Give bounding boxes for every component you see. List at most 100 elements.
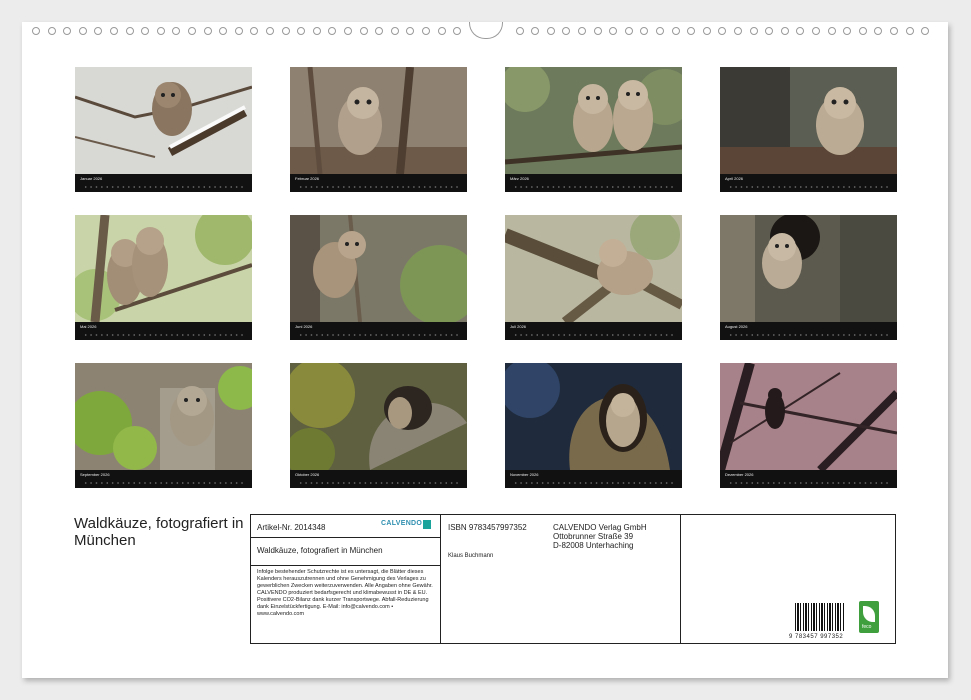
binding-ring: [609, 27, 618, 35]
binding-ring: [359, 27, 368, 35]
binding-ring: [47, 27, 56, 35]
day-grid: [513, 481, 676, 485]
publisher-name: CALVENDO Verlag GmbH: [553, 523, 647, 532]
month-tile-april: April 2026: [720, 67, 897, 192]
binding-ring: [63, 27, 72, 35]
calendar-strip: März 2026: [505, 174, 682, 192]
owl-photo: [720, 363, 897, 470]
binding-ring: [344, 27, 352, 35]
month-tile-august: August 2026: [720, 215, 897, 340]
day-grid: [83, 185, 246, 189]
binding-ring: [406, 27, 415, 35]
binding-ring: [328, 27, 337, 35]
month-tile-february: Februar 2026: [290, 67, 467, 192]
binding-ring: [718, 27, 727, 35]
owl-photo: [75, 363, 252, 470]
day-grid: [728, 185, 891, 189]
binding-ring: [546, 27, 555, 35]
author: Klaus Buchmann: [448, 553, 494, 559]
binding-ring: [94, 27, 103, 35]
binding-ring: [578, 27, 586, 35]
binding-ring: [312, 27, 321, 35]
binding-ring: [780, 27, 789, 35]
calendar-strip: Januar 2026: [75, 174, 252, 192]
day-grid: [513, 185, 676, 189]
binding-ring: [515, 27, 524, 35]
month-tile-december: Dezember 2026: [720, 363, 897, 488]
binding-ring: [734, 27, 742, 35]
month-tile-may: Mai 2026: [75, 215, 252, 340]
binding-ring: [921, 27, 930, 35]
binding-ring: [437, 27, 446, 35]
calendar-sheet: Januar 2026 Februar 2026 März 2026 April…: [22, 22, 948, 678]
month-tile-july: Juli 2026: [505, 215, 682, 340]
binding-ring: [32, 27, 40, 35]
calendar-strip: Mai 2026: [75, 322, 252, 340]
month-label: Mai 2026: [80, 324, 97, 329]
binding-ring: [905, 27, 914, 35]
binding-ring: [765, 27, 774, 35]
binding-ring: [110, 27, 118, 35]
day-grid: [83, 333, 246, 337]
binding-ring: [156, 27, 165, 35]
calendar-strip: Juli 2026: [505, 322, 682, 340]
binding-ring: [671, 27, 680, 35]
calendar-strip: August 2026: [720, 322, 897, 340]
binding-ring: [219, 27, 228, 35]
month-label: Dezember 2026: [725, 472, 754, 477]
calendar-strip: Juni 2026: [290, 322, 467, 340]
info-box: Artikel-Nr. 2014348 CALVENDO Waldkäuze, …: [250, 514, 896, 644]
binding-ring: [125, 27, 134, 35]
owl-photo: [720, 67, 897, 174]
binding-ring: [453, 27, 462, 35]
binding-ring: [827, 27, 836, 35]
month-label: Oktober 2026: [295, 472, 320, 477]
binding-ring: [266, 27, 274, 35]
calendar-strip: April 2026: [720, 174, 897, 192]
day-grid: [298, 185, 461, 189]
owl-photo: [290, 67, 467, 174]
calendar-strip: September 2026: [75, 470, 252, 488]
eco-badge: feco: [859, 601, 879, 633]
binding-ring: [422, 27, 430, 35]
owl-photo: [290, 363, 467, 470]
legal-notice: Infolge bestehender Schutzrechte ist es …: [257, 569, 433, 617]
binding-ring: [687, 27, 696, 35]
day-grid: [83, 481, 246, 485]
binding-ring: [858, 27, 867, 35]
binding-ring: [375, 27, 384, 35]
binding-ring: [172, 27, 181, 35]
binding-ring: [796, 27, 805, 35]
calendar-strip: Oktober 2026: [290, 470, 467, 488]
binding-ring: [656, 27, 664, 35]
binding-ring: [749, 27, 758, 35]
owl-photo: [75, 67, 252, 174]
binding-ring: [203, 27, 212, 35]
owl-photo: [505, 67, 682, 174]
month-label: Juli 2026: [510, 324, 527, 329]
day-grid: [298, 481, 461, 485]
month-tile-june: Juni 2026: [290, 215, 467, 340]
day-grid: [298, 333, 461, 337]
month-tile-november: November 2026: [505, 363, 682, 488]
owl-photo: [290, 215, 467, 322]
owl-photo: [720, 215, 897, 322]
owl-photo: [505, 363, 682, 470]
owl-photo: [505, 215, 682, 322]
binding-ring: [702, 27, 711, 35]
binding-ring: [624, 27, 633, 35]
calvendo-logo: CALVENDO: [381, 520, 423, 527]
isbn: ISBN 9783457997352: [448, 523, 527, 532]
calendar-title: Waldkäuze, fotografiert in München: [74, 515, 244, 549]
month-label: Januar 2026: [80, 176, 103, 181]
barcode-number: 9 783457 997352: [789, 634, 844, 640]
month-tile-september: September 2026: [75, 363, 252, 488]
month-tile-october: Oktober 2026: [290, 363, 467, 488]
product-title: Waldkäuze, fotografiert in München: [257, 546, 383, 555]
month-label: November 2026: [510, 472, 539, 477]
day-grid: [728, 481, 891, 485]
binding-ring: [390, 27, 399, 35]
publisher-street: Ottobrunner Straße 39: [553, 532, 634, 541]
calendar-strip: Februar 2026: [290, 174, 467, 192]
article-number: Artikel-Nr. 2014348: [257, 523, 326, 532]
